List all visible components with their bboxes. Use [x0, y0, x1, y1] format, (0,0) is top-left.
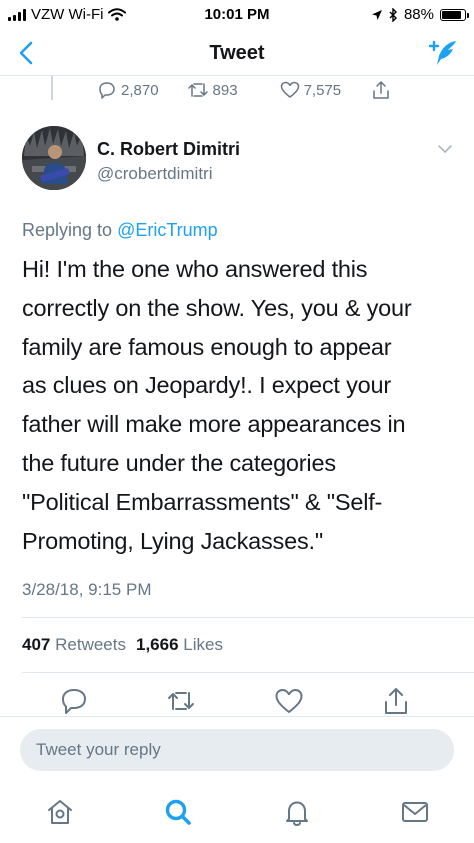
tweet-stats: 407 Retweets 1,666 Likes	[22, 635, 223, 655]
reply-icon	[99, 82, 115, 99]
author-name[interactable]: C. Robert Dimitri	[97, 139, 240, 160]
like-count: 1,666	[135, 635, 179, 654]
battery-percent: 88%	[403, 6, 434, 23]
battery-icon	[440, 8, 469, 21]
retweets-stat[interactable]: 407 Retweets	[22, 635, 126, 655]
page-title: Tweet	[209, 42, 265, 64]
nav-bar: Tweet	[0, 30, 474, 76]
share-icon[interactable]	[380, 685, 412, 717]
status-right: 88%	[371, 6, 469, 23]
thread-connector-line	[51, 76, 53, 100]
tweet-text: Hi! I'm the one who answered this correc…	[22, 250, 462, 560]
chevron-down-icon[interactable]	[436, 140, 454, 158]
author-handle[interactable]: @crobertdimitri	[97, 164, 213, 184]
likes-stat[interactable]: 1,666 Likes	[136, 635, 223, 655]
tweet-timestamp: 3/28/18, 9:15 PM	[22, 580, 152, 599]
heart-icon[interactable]	[273, 685, 305, 717]
home-icon[interactable]	[44, 796, 76, 828]
tweet-text-line: the future under the categories	[22, 449, 336, 476]
compose-tweet-icon[interactable]	[424, 34, 462, 72]
divider	[22, 672, 474, 673]
previous-retweet-count: 893	[212, 81, 238, 99]
search-icon[interactable]	[162, 796, 194, 828]
notifications-icon[interactable]	[281, 796, 313, 828]
previous-retweet-action[interactable]: 893	[187, 81, 238, 99]
avatar[interactable]	[22, 126, 86, 190]
retweet-count: 407	[22, 635, 51, 654]
reply-icon[interactable]	[58, 685, 90, 717]
bluetooth-icon	[389, 7, 397, 22]
replying-to-mention[interactable]: @EricTrump	[117, 220, 218, 240]
avatar-image	[22, 126, 86, 190]
status-bar: VZW Wi-Fi 10:01 PM 88%	[0, 0, 474, 30]
previous-share-action[interactable]	[371, 80, 391, 100]
retweet-icon[interactable]	[165, 685, 197, 717]
replying-to-line: Replying to @EricTrump	[22, 220, 218, 241]
heart-icon	[280, 81, 299, 98]
messages-icon[interactable]	[399, 796, 431, 828]
previous-like-count: 7,575	[303, 81, 342, 99]
reply-input[interactable]	[20, 729, 454, 771]
tweet-text-line: Promoting, Lying Jackasses."	[22, 527, 323, 554]
previous-like-action[interactable]: 7,575	[280, 81, 342, 99]
tweet-text-line: family are famous enough to appear	[22, 333, 392, 360]
tweet-text-line: "Political Embarrassments" & "Self-	[22, 488, 383, 515]
tweet-text-line: correctly on the show. Yes, you & your	[22, 294, 412, 321]
share-icon	[373, 81, 389, 99]
tweet-text-line: as clues on Jeopardy!. I expect your	[22, 372, 392, 399]
tweet-text-line: father will make more appearances in	[22, 411, 406, 438]
previous-reply-count: 2,870	[121, 81, 159, 99]
divider	[22, 617, 474, 618]
tab-bar	[0, 786, 474, 843]
previous-reply-action[interactable]: 2,870	[97, 80, 159, 100]
like-label: Likes	[183, 635, 223, 654]
previous-tweet-actions: 2,870 893 7,575	[97, 80, 391, 100]
replying-prefix: Replying to	[22, 220, 113, 240]
retweet-label: Retweets	[55, 635, 126, 654]
battery-fill	[442, 10, 462, 19]
reply-bar	[0, 716, 474, 786]
retweet-icon	[187, 83, 208, 97]
tweet-text-line: Hi! I'm the one who answered this	[22, 256, 368, 282]
location-arrow-icon	[371, 9, 382, 20]
